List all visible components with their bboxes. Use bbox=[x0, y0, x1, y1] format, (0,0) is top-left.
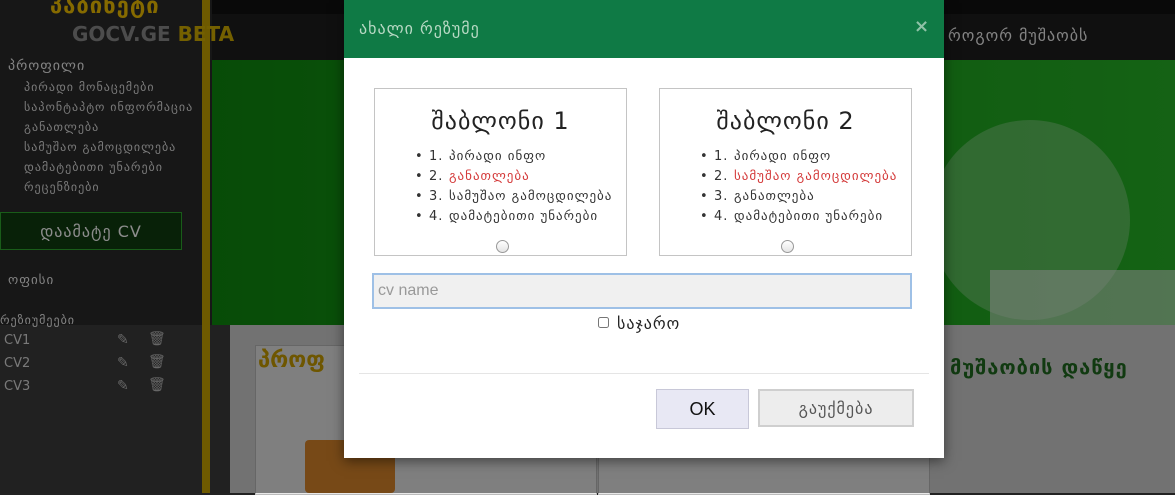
new-resume-modal: ახალი რეზუმე × შაბლონი 1 • 1. პირადი ინფო … bbox=[344, 0, 944, 458]
list-item: • 1. პირადი ინფო bbox=[415, 149, 547, 164]
cancel-button[interactable]: გაუქმება bbox=[758, 389, 914, 427]
template-2-card[interactable]: შაბლონი 2 • 1. პირადი ინფო • 2. სამუშაო გამო… bbox=[659, 88, 912, 256]
cv-name-input[interactable] bbox=[372, 273, 912, 309]
list-item: • 4. დამატებითი უნარები bbox=[700, 209, 884, 224]
template-section-list: • 1. პირადი ინფო • 2. სამუშაო გამოცდილება • 3… bbox=[700, 147, 897, 227]
modal-footer-divider bbox=[359, 373, 929, 374]
template-1-card[interactable]: შაბლონი 1 • 1. პირადი ინფო • 2. განათლება • 3… bbox=[374, 88, 627, 256]
list-item: • 3. სამუშაო გამოცდილება bbox=[415, 189, 613, 204]
public-checkbox-label[interactable]: საჯარო bbox=[617, 314, 680, 333]
modal-title: ახალი რეზუმე bbox=[359, 19, 480, 38]
list-item: • 2. განათლება bbox=[415, 169, 530, 184]
template-title: შაბლონი 1 bbox=[431, 107, 570, 135]
public-checkbox[interactable] bbox=[598, 317, 609, 328]
template-2-radio[interactable] bbox=[781, 240, 794, 253]
modal-header: ახალი რეზუმე × bbox=[344, 0, 944, 58]
close-icon[interactable]: × bbox=[914, 16, 929, 37]
list-item: • 3. განათლება bbox=[700, 189, 815, 204]
list-item: • 4. დამატებითი უნარები bbox=[415, 209, 599, 224]
template-1-radio[interactable] bbox=[496, 240, 509, 253]
ok-button[interactable]: OK bbox=[656, 389, 749, 429]
list-item: • 1. პირადი ინფო bbox=[700, 149, 832, 164]
template-section-list: • 1. პირადი ინფო • 2. განათლება • 3. სამუშაო გ… bbox=[415, 147, 612, 227]
list-item: • 2. სამუშაო გამოცდილება bbox=[700, 169, 898, 184]
template-title: შაბლონი 2 bbox=[716, 107, 855, 135]
